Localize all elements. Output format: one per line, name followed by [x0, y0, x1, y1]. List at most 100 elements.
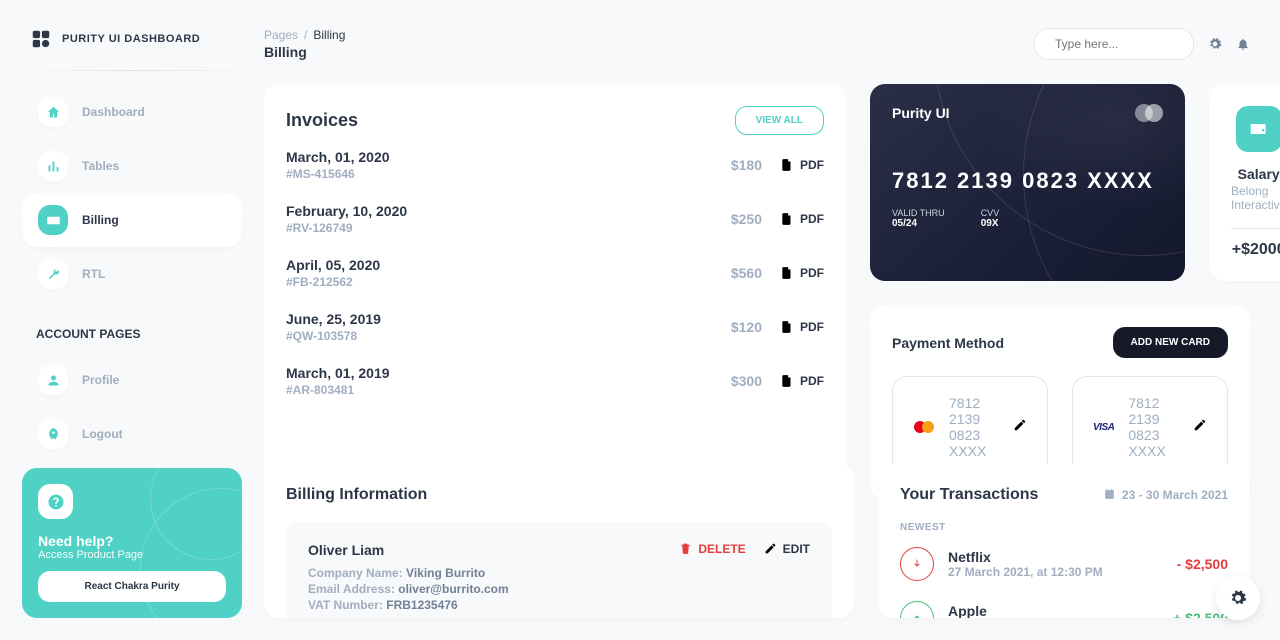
breadcrumb-root[interactable]: Pages — [264, 28, 298, 42]
brand-text: PURITY UI DASHBOARD — [62, 33, 200, 45]
invoice-code: #RV-126749 — [286, 221, 407, 235]
valid-thru: VALID THRU 05/24 — [892, 208, 945, 229]
invoice-row: March, 01, 2019 #AR-803481 $300 PDF — [286, 365, 824, 397]
main: Pages / Billing Billing — [264, 0, 1280, 640]
view-all-button[interactable]: VIEW ALL — [735, 106, 824, 135]
sidebar-item-rtl[interactable]: RTL — [22, 247, 242, 301]
help-button[interactable]: React Chakra Purity — [38, 571, 226, 602]
breadcrumb-current: Billing — [313, 28, 345, 42]
cards-row: Purity UI 7812 2139 0823 XXXX VALID THRU… — [870, 84, 1250, 281]
pdf-label: PDF — [800, 212, 824, 226]
file-icon — [780, 320, 794, 334]
transaction-name: Netflix — [948, 549, 1103, 565]
file-icon — [780, 158, 794, 172]
delete-label: DELETE — [698, 542, 745, 556]
notifications-icon[interactable] — [1236, 37, 1250, 51]
edit-label: EDIT — [783, 542, 810, 556]
divider — [22, 70, 242, 71]
valid-thru-value: 05/24 — [892, 218, 917, 229]
invoice-code: #QW-103578 — [286, 329, 381, 343]
search-input[interactable] — [1055, 37, 1210, 51]
sidebar-item-tables[interactable]: Tables — [22, 139, 242, 193]
billing-information-card: Billing Information Oliver Liam Company … — [264, 464, 854, 618]
sidebar-item-label: Billing — [82, 213, 119, 227]
download-pdf-button[interactable]: PDF — [780, 320, 824, 334]
pdf-label: PDF — [800, 158, 824, 172]
invoices-card: Invoices VIEW ALL March, 01, 2020#MS-415… — [264, 84, 846, 524]
rocket-icon — [38, 419, 68, 449]
delete-button[interactable]: DELETE — [679, 542, 745, 556]
arrow-up-icon — [900, 601, 934, 618]
transactions-card: Your Transactions 23 - 30 March 2021 NEW… — [878, 464, 1250, 618]
settings-icon[interactable] — [1208, 37, 1222, 51]
mini-card-salary: Salary Belong Interactive +$2000 — [1209, 84, 1280, 281]
file-icon — [780, 374, 794, 388]
calendar-icon — [1103, 488, 1116, 501]
payment-card-number: 7812 2139 0823 XXXX — [1128, 395, 1193, 459]
edit-card-button[interactable] — [1193, 418, 1207, 437]
download-pdf-button[interactable]: PDF — [780, 266, 824, 280]
transactions-range-text: 23 - 30 March 2021 — [1122, 488, 1228, 502]
cvv: CVV 09X — [981, 208, 1000, 229]
edit-button[interactable]: EDIT — [764, 542, 810, 556]
sidebar-item-billing[interactable]: Billing — [22, 193, 242, 247]
download-pdf-button[interactable]: PDF — [780, 212, 824, 226]
payment-card-number: 7812 2139 0823 XXXX — [949, 395, 1013, 459]
visa-icon: VISA — [1093, 422, 1114, 433]
cvv-value: 09X — [981, 218, 999, 229]
transaction-amount: - $2,500 — [1177, 556, 1228, 572]
breadcrumb-area: Pages / Billing Billing — [264, 28, 345, 60]
configurator-button[interactable] — [1216, 576, 1260, 620]
transaction-date: 27 March 2021, at 12:30 PM — [948, 565, 1103, 579]
invoice-row: June, 25, 2019#QW-103578 $120 PDF — [286, 311, 824, 343]
file-icon — [780, 266, 794, 280]
edit-card-button[interactable] — [1013, 418, 1027, 437]
search-box[interactable] — [1034, 28, 1194, 60]
file-icon — [780, 212, 794, 226]
billing-info-title: Billing Information — [286, 486, 832, 504]
billing-vat: VAT Number: FRB1235476 — [308, 598, 509, 612]
sidebar-item-label: Dashboard — [82, 105, 145, 119]
help-card: Need help? Access Product Page React Cha… — [22, 468, 242, 618]
account-pages-heading: ACCOUNT PAGES — [22, 301, 242, 353]
page-title: Billing — [264, 44, 345, 60]
mastercard-icon — [913, 419, 935, 435]
person-icon — [38, 365, 68, 395]
download-pdf-button[interactable]: PDF — [780, 158, 824, 172]
sidebar-item-profile[interactable]: Profile — [22, 353, 242, 407]
question-icon — [38, 484, 73, 519]
transactions-range: 23 - 30 March 2021 — [1103, 488, 1228, 502]
sidebar-item-logout[interactable]: Logout — [22, 407, 242, 461]
transactions-title: Your Transactions — [900, 486, 1038, 504]
invoice-row: February, 10, 2020#RV-126749 $250 PDF — [286, 203, 824, 235]
card-icon — [38, 205, 68, 235]
invoice-amount: $250 — [731, 211, 762, 227]
pdf-label: PDF — [800, 374, 824, 388]
invoices-title: Invoices — [286, 110, 358, 131]
invoice-date: March, 01, 2019 — [286, 365, 390, 381]
transaction-row: Netflix27 March 2021, at 12:30 PM - $2,5… — [900, 547, 1228, 581]
help-title: Need help? — [38, 533, 226, 549]
credit-card: Purity UI 7812 2139 0823 XXXX VALID THRU… — [870, 84, 1185, 281]
invoice-code: #MS-415646 — [286, 167, 390, 181]
transaction-name: Apple — [948, 603, 1103, 618]
stats-icon — [38, 151, 68, 181]
sidebar-item-dashboard[interactable]: Dashboard — [22, 85, 242, 139]
download-pdf-button[interactable]: PDF — [780, 374, 824, 388]
pdf-label: PDF — [800, 320, 824, 334]
topbar: Pages / Billing Billing — [264, 28, 1250, 60]
credit-card-brand: Purity UI — [892, 105, 950, 121]
invoice-amount: $300 — [731, 373, 762, 389]
mini-title: Salary — [1238, 166, 1280, 182]
invoice-code: #AR-803481 — [286, 383, 390, 397]
invoice-row: March, 01, 2020#MS-415646 $180 PDF — [286, 149, 824, 181]
nav-main: Dashboard Tables Billing RTL ACCOUNT PAG… — [22, 85, 242, 461]
breadcrumb-sep: / — [304, 28, 307, 42]
wallet-icon — [1236, 106, 1280, 152]
sidebar-item-label: Profile — [82, 373, 119, 387]
credit-card-number: 7812 2139 0823 XXXX — [892, 168, 1163, 194]
invoice-amount: $180 — [731, 157, 762, 173]
brand-logo-icon — [30, 28, 52, 50]
pencil-icon — [1013, 418, 1027, 432]
add-new-card-button[interactable]: ADD NEW CARD — [1113, 327, 1228, 358]
